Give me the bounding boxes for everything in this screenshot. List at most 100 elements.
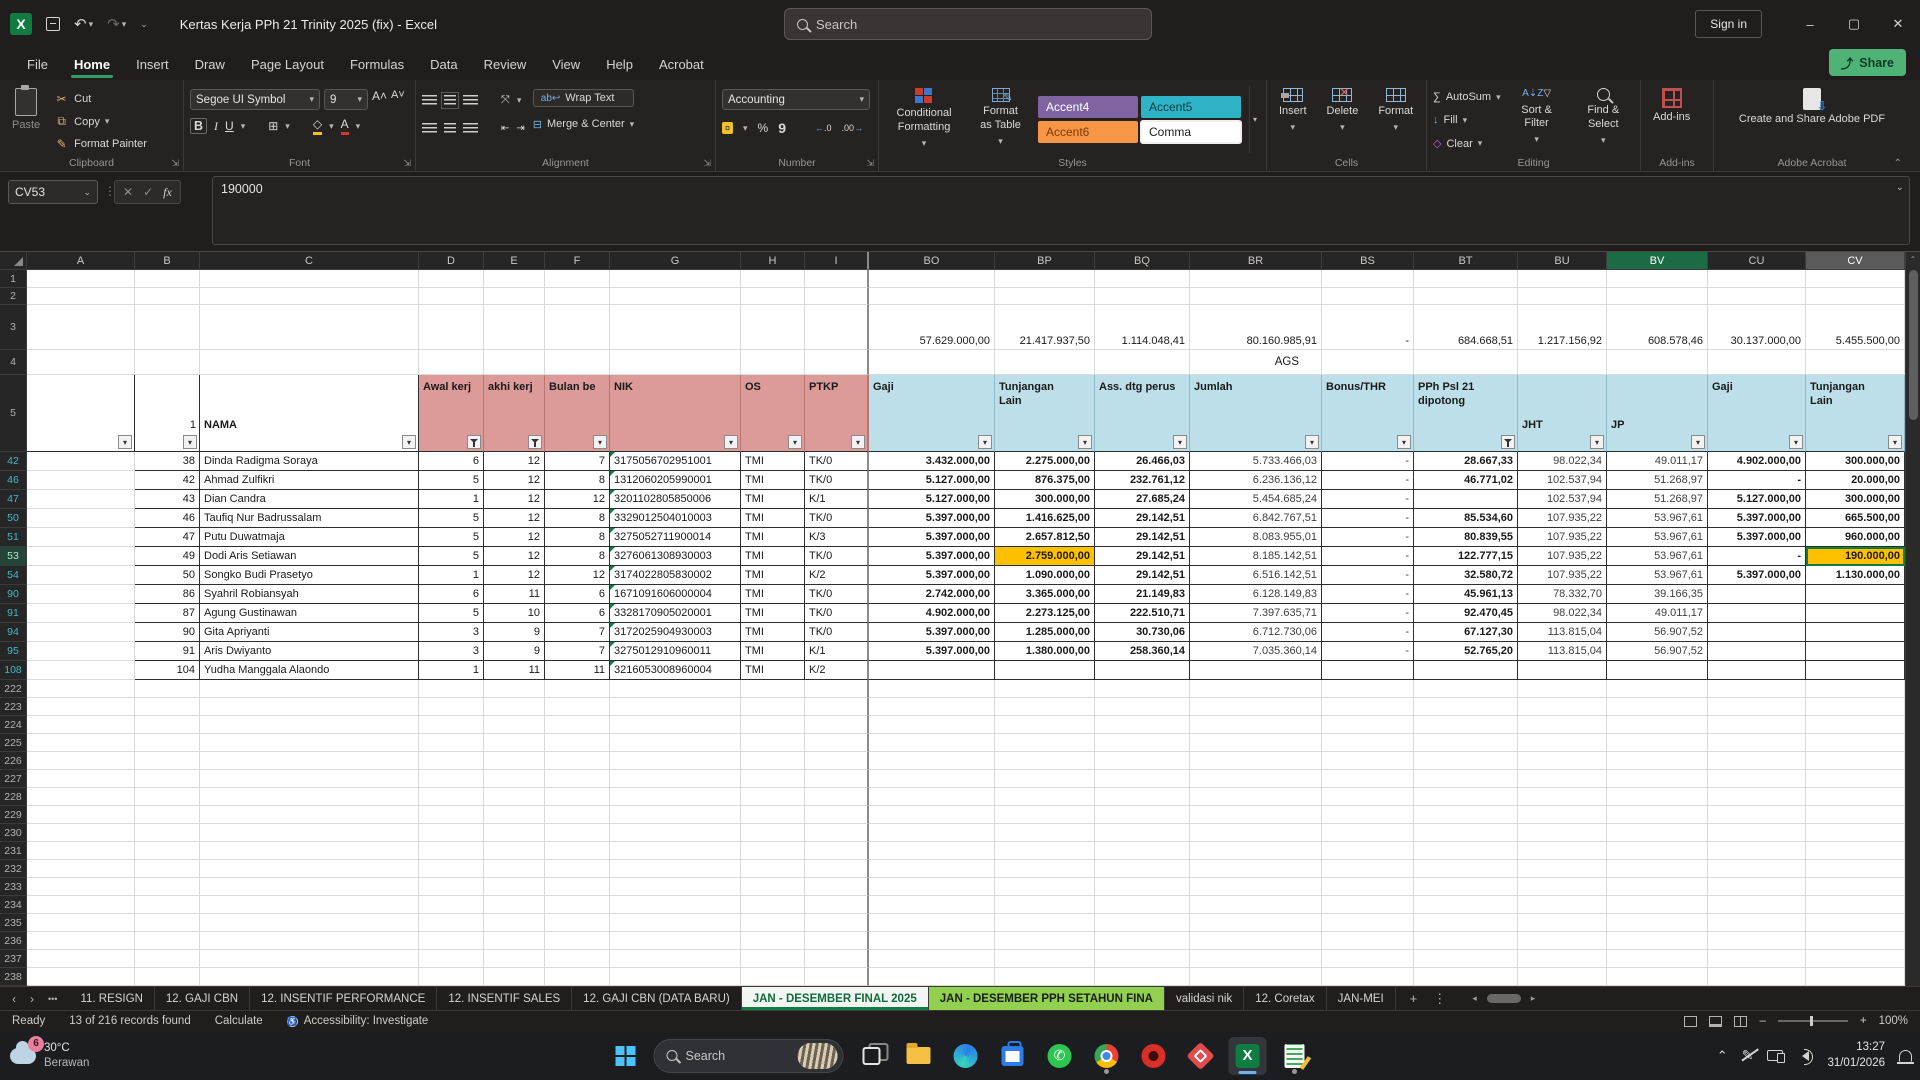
cell-BV51[interactable]: 53.967,61	[1607, 528, 1708, 547]
cell[interactable]	[1322, 270, 1414, 288]
cell-BU108[interactable]	[1518, 661, 1607, 680]
cell[interactable]	[1607, 288, 1708, 305]
cell-BV53[interactable]: 53.967,61	[1607, 547, 1708, 566]
cell-BP47[interactable]: 300.000,00	[995, 490, 1095, 509]
cell[interactable]	[1708, 716, 1806, 734]
cell[interactable]	[135, 350, 200, 375]
cell[interactable]	[545, 770, 610, 788]
cell[interactable]	[200, 716, 419, 734]
table-header-H5[interactable]: OS ▾	[741, 375, 805, 452]
cell[interactable]	[1414, 698, 1518, 716]
cell[interactable]	[1095, 752, 1190, 770]
cell[interactable]	[200, 270, 419, 288]
fill-color-button[interactable]: ◇	[312, 117, 323, 135]
cell[interactable]	[419, 878, 484, 896]
cell[interactable]	[610, 950, 741, 968]
cell[interactable]	[135, 824, 200, 842]
cell[interactable]	[869, 896, 995, 914]
column-header-B[interactable]: B	[135, 252, 200, 270]
red-circle-app-button[interactable]	[1135, 1037, 1173, 1075]
cell[interactable]	[995, 950, 1095, 968]
cell-BO54[interactable]: 5.397.000,00	[869, 566, 995, 585]
cell[interactable]	[995, 270, 1095, 288]
cell[interactable]	[1806, 860, 1905, 878]
cell-F42[interactable]: 7	[545, 452, 610, 471]
font-dialog-launcher[interactable]: ⇲	[403, 158, 411, 169]
row-header-95[interactable]: 95	[0, 642, 27, 661]
cell[interactable]	[1607, 878, 1708, 896]
table-header-BQ5[interactable]: Ass. dtg perus ▾	[1095, 375, 1190, 452]
cell-BV54[interactable]: 53.967,61	[1607, 566, 1708, 585]
cell[interactable]	[995, 968, 1095, 986]
cell[interactable]	[27, 734, 135, 752]
cell[interactable]	[1607, 680, 1708, 698]
green-doc-app-button[interactable]	[1276, 1037, 1314, 1075]
cell-BQ47[interactable]: 27.685,24	[1095, 490, 1190, 509]
cell-BP46[interactable]: 876.375,00	[995, 471, 1095, 490]
sheet-tab-12-coretax[interactable]: 12. Coretax	[1244, 987, 1327, 1010]
cell-F95[interactable]: 7	[545, 642, 610, 661]
cell-H95[interactable]: TMI	[741, 642, 805, 661]
cell[interactable]	[1414, 350, 1518, 375]
cell[interactable]	[27, 270, 135, 288]
cell[interactable]	[1518, 350, 1607, 375]
row-header-90[interactable]: 90	[0, 585, 27, 604]
total-cell-BU3[interactable]: 1.217.156,92	[1518, 305, 1607, 350]
cell[interactable]	[1518, 932, 1607, 950]
cell-H90[interactable]: TMI	[741, 585, 805, 604]
cell-style-comma[interactable]: Comma	[1139, 120, 1242, 144]
row-header-232[interactable]: 232	[0, 860, 27, 878]
cell[interactable]	[1190, 680, 1322, 698]
format-painter-button[interactable]: ✎ Format Painter	[54, 135, 147, 153]
cell[interactable]	[1095, 914, 1190, 932]
cell[interactable]	[27, 490, 135, 509]
cell[interactable]	[610, 842, 741, 860]
cell[interactable]	[1190, 806, 1322, 824]
cell-B95[interactable]: 91	[135, 642, 200, 661]
cell-D42[interactable]: 6	[419, 452, 484, 471]
cell[interactable]	[741, 860, 805, 878]
cell[interactable]	[545, 950, 610, 968]
table-header-E5[interactable]: akhi kerj	[484, 375, 545, 452]
bold-button[interactable]: B	[190, 118, 208, 134]
cell[interactable]	[1190, 878, 1322, 896]
cell-H53[interactable]: TMI	[741, 547, 805, 566]
cell-D90[interactable]: 6	[419, 585, 484, 604]
fill-button[interactable]: ↓ Fill ▾	[1433, 111, 1501, 129]
save-icon[interactable]	[46, 17, 60, 31]
align-top-icon[interactable]	[422, 94, 437, 106]
scroll-left-icon[interactable]: ◂	[1472, 993, 1477, 1004]
cell[interactable]	[869, 788, 995, 806]
cell-BV91[interactable]: 49.011,17	[1607, 604, 1708, 623]
cell[interactable]	[545, 288, 610, 305]
cell[interactable]	[995, 680, 1095, 698]
cell[interactable]	[545, 305, 610, 350]
ribbon-tab-insert[interactable]: Insert	[123, 51, 182, 80]
cell-H50[interactable]: TMI	[741, 509, 805, 528]
cell[interactable]	[27, 806, 135, 824]
table-header-CU5[interactable]: Gaji ▾	[1708, 375, 1806, 452]
filter-dropdown-button[interactable]: ▾	[788, 435, 802, 449]
cell[interactable]	[545, 896, 610, 914]
zoom-slider[interactable]	[1777, 1016, 1848, 1026]
cell[interactable]	[1708, 788, 1806, 806]
cell[interactable]	[741, 914, 805, 932]
cell[interactable]	[1095, 968, 1190, 986]
filter-dropdown-button[interactable]: ▾	[1691, 435, 1705, 449]
cell[interactable]	[1806, 288, 1905, 305]
cell-BQ90[interactable]: 21.149,83	[1095, 585, 1190, 604]
cell-BS90[interactable]: -	[1322, 585, 1414, 604]
cell[interactable]	[545, 806, 610, 824]
cell[interactable]	[1322, 896, 1414, 914]
cell[interactable]	[1095, 350, 1190, 375]
cell-style-accent5[interactable]: Accent5	[1140, 96, 1241, 118]
cell-BQ50[interactable]: 29.142,51	[1095, 509, 1190, 528]
cell-E94[interactable]: 9	[484, 623, 545, 642]
cell-BU51[interactable]: 107.935,22	[1518, 528, 1607, 547]
cell[interactable]	[741, 270, 805, 288]
cell-D53[interactable]: 5	[419, 547, 484, 566]
cell[interactable]	[610, 878, 741, 896]
cell-B54[interactable]: 50	[135, 566, 200, 585]
cell[interactable]	[610, 932, 741, 950]
borders-button[interactable]: ⊞	[268, 119, 278, 133]
